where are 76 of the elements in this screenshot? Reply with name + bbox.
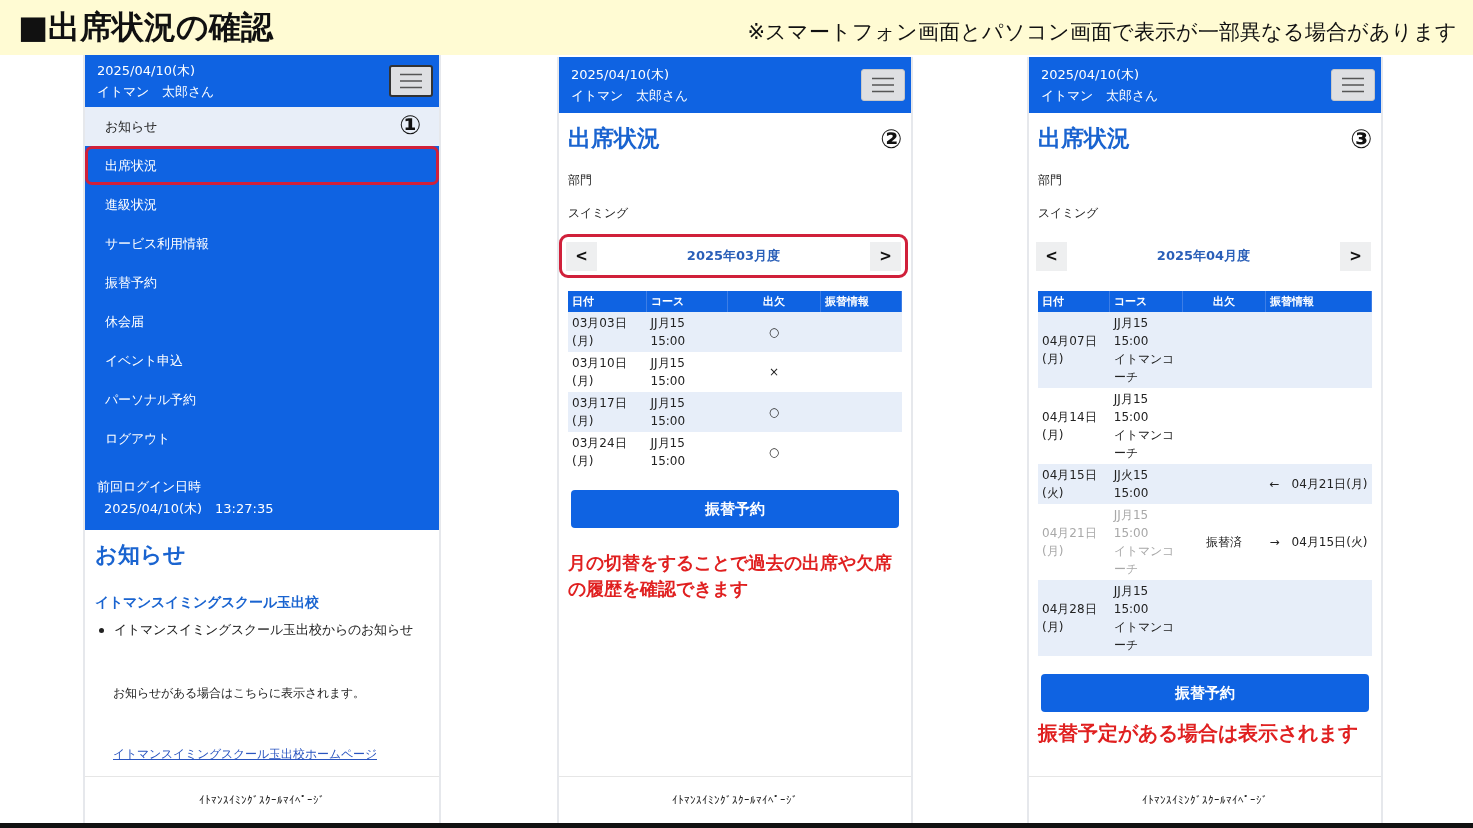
table-cell: 04月15日 (火) [1042,468,1097,500]
table-cell: JJ月15 15:00 [650,396,686,428]
header-date: 2025/04/10(木) [97,61,197,80]
menu-icon [1342,77,1364,93]
table-cell: 04月07日 (月) [1042,334,1097,366]
section-heading: お知らせ [95,541,187,569]
menu-button[interactable] [389,65,433,97]
field-value: スイミング [1038,205,1099,222]
step-number: ① [399,110,421,140]
school-name: イトマンスイミングスクール玉出校 [95,594,320,612]
step-number: ② [880,123,902,154]
annotation-text: 月の切替をすることで過去の出席や欠席の履歴を確認できます [568,551,893,601]
footer-text: ｲﾄﾏﾝｽｲﾐﾝｸﾞｽｸｰﾙﾏｲﾍﾟｰｼﾞ [1142,793,1268,807]
column-header: 出欠 [727,291,821,312]
slide-title: ■出席状況の確認 [18,6,274,48]
notice-message: お知らせがある場合はこちらに表示されます。 [112,685,366,702]
menu-icon [400,73,422,89]
table-cell: JJ月15 15:00 [650,356,686,388]
last-login-label: 前回ログイン日時 [97,478,202,496]
table-cell: JJ火15 15:00 [1113,468,1149,500]
table-cell: JJ月15 15:00 [650,436,686,468]
field-label: 部門 [568,172,593,189]
notice-item: イトマンスイミングスクール玉出校からのお知らせ [114,622,413,639]
field-value: スイミング [568,205,629,222]
table-cell: JJ月15 15:00 イトマンコーチ [1113,508,1174,576]
table-cell: JJ月15 15:00 イトマンコーチ [1113,584,1174,652]
last-login-value: 2025/04/10(木) 13:27:35 [103,500,275,518]
table-cell: ○ [768,325,780,339]
table-cell: ← 04月21日(月) [1269,477,1368,491]
footer-text: ｲﾄﾏﾝｽｲﾐﾝｸﾞｽｸｰﾙﾏｲﾍﾟｰｼﾞ [672,793,798,807]
previous-month-button[interactable]: < [566,241,597,271]
column-header: 日付 [568,291,647,312]
transfer-booking-button[interactable]: 振替予約 [1041,674,1369,712]
table-cell: 04月14日 (月) [1042,410,1097,442]
table-cell: ○ [768,445,780,459]
table-cell: × [768,365,780,379]
menu-icon [872,77,894,93]
month-label: 2025年03月度 [686,247,781,265]
menu-item[interactable]: 出席状況 [85,146,439,185]
column-header: 振替情報 [1265,291,1372,312]
annotation-text: 振替予定がある場合は表示されます [1038,720,1359,746]
user-name: イトマン 太郎さん [571,86,688,105]
page-title: 出席状況 [568,124,660,153]
column-header: 振替情報 [820,291,902,312]
transfer-booking-button[interactable]: 振替予約 [571,490,899,528]
table-cell: 04月28日 (月) [1042,602,1097,634]
table-cell: 03月24日 (月) [572,436,627,468]
table-cell: 04月21日 (月) [1042,526,1097,558]
table-cell: 03月10日 (月) [572,356,627,388]
column-header: コース [646,291,728,312]
table-cell: JJ月15 15:00 イトマンコーチ [1113,392,1174,460]
page-title: 出席状況 [1038,124,1130,153]
table-cell: 振替済 [1206,535,1242,549]
table-cell: 03月17日 (月) [572,396,627,428]
footer-text: ｲﾄﾏﾝｽｲﾐﾝｸﾞｽｸｰﾙﾏｲﾍﾟｰｼﾞ [199,793,325,807]
previous-month-button[interactable]: < [1036,241,1067,271]
header-date: 2025/04/10(木) [571,65,671,84]
column-header: 出欠 [1182,291,1266,312]
slide-note: ※スマートフォン画面とパソコン画面で表示が一部異なる場合があります [747,18,1457,46]
next-month-button[interactable]: > [870,241,901,271]
header-date: 2025/04/10(木) [1041,65,1141,84]
homepage-link[interactable]: イトマンスイミングスクール玉出校ホームページ [95,746,377,763]
table-cell: → 04月15日(火) [1269,535,1368,549]
user-name: イトマン 太郎さん [97,82,214,101]
next-month-button[interactable]: > [1340,241,1371,271]
bullet-icon [99,628,104,633]
column-header: コース [1109,291,1183,312]
table-cell: JJ月15 15:00 イトマンコーチ [1113,316,1174,384]
table-cell: JJ月15 15:00 [650,316,686,348]
table-cell: 03月03日 (月) [572,316,627,348]
month-label: 2025年04月度 [1156,247,1251,265]
step-number: ③ [1350,123,1372,154]
user-name: イトマン 太郎さん [1041,86,1158,105]
field-label: 部門 [1038,172,1063,189]
table-cell: ○ [768,405,780,419]
column-header: 日付 [1038,291,1110,312]
